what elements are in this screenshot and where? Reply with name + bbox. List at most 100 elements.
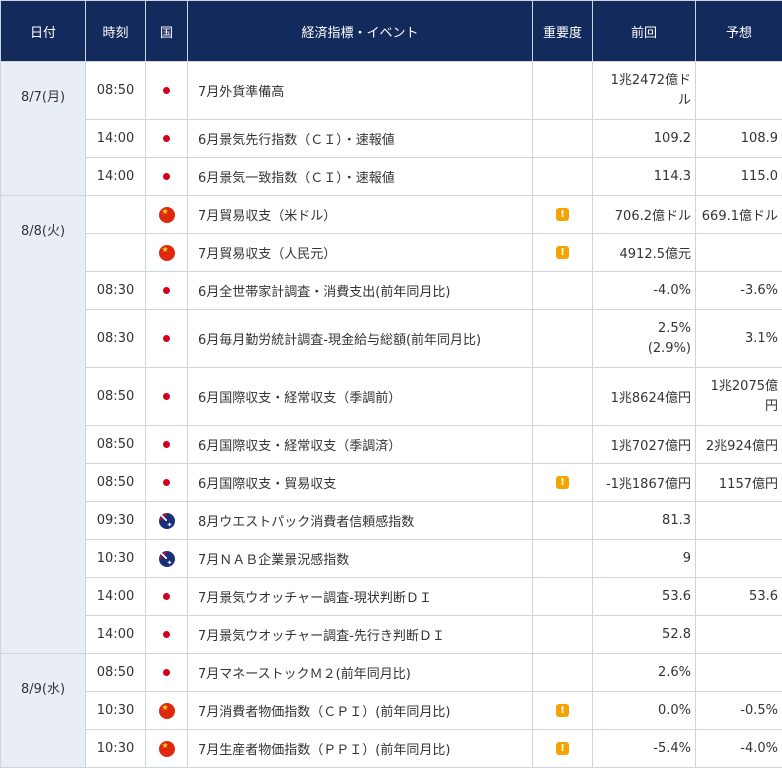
- country-cell: [145, 691, 188, 730]
- previous-cell: 81.3: [592, 501, 696, 540]
- time-cell: 08:50: [85, 61, 146, 120]
- time-cell: 08:50: [85, 367, 146, 426]
- time-cell: 09:30: [85, 501, 146, 540]
- importance-cell: !: [532, 463, 593, 502]
- importance-cell: [532, 501, 593, 540]
- table-row: 8/8(火) 7月貿易収支（米ドル） ! 706.2億ドル 669.1億ドル: [0, 195, 782, 654]
- table-row: 14:00 7月景気ウオッチャー調査-先行き判断ＤＩ 52.8: [1, 615, 782, 654]
- exclamation-icon: !: [556, 704, 569, 717]
- previous-cell: 9: [592, 539, 696, 578]
- column-header-indicator: 経済指標・イベント: [187, 0, 533, 62]
- importance-cell: [532, 615, 593, 654]
- table-row: 8/9(水) 08:50 7月マネーストックＭ２(前年同月比) 2.6%: [0, 653, 782, 768]
- japan-flag-icon: [163, 173, 170, 180]
- time-cell: 10:30: [85, 729, 146, 768]
- country-cell: [145, 463, 188, 502]
- table-row: 8/7(月) 08:50 7月外貨準備高 1兆2472億ドル: [0, 61, 782, 196]
- date-cell: 8/7(月): [0, 61, 86, 196]
- forecast-cell: [695, 233, 782, 272]
- previous-cell: 53.6: [592, 577, 696, 616]
- forecast-cell: 669.1億ドル: [695, 195, 782, 234]
- country-cell: [145, 425, 188, 464]
- indicator-cell: 6月景気先行指数（ＣＩ）・速報値: [187, 119, 533, 158]
- indicator-cell: 6月毎月勤労統計調査-現金給与総額(前年同月比): [187, 309, 533, 368]
- table-row: 09:30 8月ウエストパック消費者信頼感指数 81.3: [1, 501, 782, 540]
- indicator-cell: 7月ＮＡＢ企業景況感指数: [187, 539, 533, 578]
- time-cell: 14:00: [85, 615, 146, 654]
- indicator-cell: 7月景気ウオッチャー調査-現状判断ＤＩ: [187, 577, 533, 616]
- japan-flag-icon: [163, 393, 170, 400]
- column-header-date: 日付: [0, 0, 86, 62]
- indicator-cell: 7月景気ウオッチャー調査-先行き判断ＤＩ: [187, 615, 533, 654]
- forecast-cell: 3.1%: [695, 309, 782, 368]
- indicator-cell: 7月外貨準備高: [187, 61, 533, 120]
- country-cell: [145, 119, 188, 158]
- importance-cell: [532, 425, 593, 464]
- china-flag-icon: [158, 244, 175, 261]
- previous-value-line: (2.9%): [647, 340, 691, 356]
- forecast-cell: -0.5%: [695, 691, 782, 730]
- column-header-forecast: 予想: [695, 0, 782, 62]
- country-cell: [145, 367, 188, 426]
- previous-cell: 1兆7027億円: [592, 425, 696, 464]
- exclamation-icon: !: [556, 476, 569, 489]
- forecast-cell: 2兆924億円: [695, 425, 782, 464]
- indicator-cell: 6月国際収支・経常収支（季調済）: [187, 425, 533, 464]
- previous-value-line: 2.5%: [657, 320, 691, 336]
- column-header-previous: 前回: [592, 0, 696, 62]
- importance-cell: [532, 271, 593, 310]
- previous-cell: 2.6%: [592, 653, 696, 692]
- forecast-cell: 53.6: [695, 577, 782, 616]
- importance-cell: [532, 61, 593, 120]
- forecast-value-line: 円: [764, 398, 778, 414]
- forecast-cell: -3.6%: [695, 271, 782, 310]
- exclamation-icon: !: [556, 208, 569, 221]
- indicator-cell: 8月ウエストパック消費者信頼感指数: [187, 501, 533, 540]
- table-header-row: 日付 時刻 国 経済指標・イベント 重要度 前回 予想: [0, 0, 782, 62]
- indicator-cell: 6月全世帯家計調査・消費支出(前年同月比): [187, 271, 533, 310]
- indicator-cell: 7月貿易収支（米ドル）: [187, 195, 533, 234]
- australia-flag-icon: [158, 512, 175, 529]
- previous-cell: 4912.5億元: [592, 233, 696, 272]
- economic-calendar-table: 日付 時刻 国 経済指標・イベント 重要度 前回 予想 8/7(月) 08:50…: [0, 0, 782, 768]
- country-cell: [145, 195, 188, 234]
- previous-cell: 114.3: [592, 157, 696, 196]
- forecast-cell: 1兆2075億円: [695, 367, 782, 426]
- importance-cell: [532, 539, 593, 578]
- japan-flag-icon: [163, 479, 170, 486]
- importance-cell: [532, 367, 593, 426]
- japan-flag-icon: [163, 87, 170, 94]
- time-cell: 08:50: [85, 463, 146, 502]
- country-cell: [145, 729, 188, 768]
- time-cell: 14:00: [85, 577, 146, 616]
- table-row: 14:00 6月景気一致指数（ＣＩ）・速報値 114.3 115.0: [1, 157, 782, 196]
- china-flag-icon: [158, 206, 175, 223]
- indicator-cell: 7月マネーストックＭ２(前年同月比): [187, 653, 533, 692]
- japan-flag-icon: [163, 335, 170, 342]
- time-cell: [85, 195, 146, 234]
- country-cell: [145, 309, 188, 368]
- country-cell: [145, 653, 188, 692]
- forecast-cell: [695, 615, 782, 654]
- previous-cell: 1兆2472億ドル: [592, 61, 696, 120]
- importance-cell: [532, 309, 593, 368]
- previous-cell: -4.0%: [592, 271, 696, 310]
- importance-cell: [532, 157, 593, 196]
- forecast-cell: 1157億円: [695, 463, 782, 502]
- indicator-cell: 6月景気一致指数（ＣＩ）・速報値: [187, 157, 533, 196]
- previous-cell: -1兆1867億円: [592, 463, 696, 502]
- previous-cell: 706.2億ドル: [592, 195, 696, 234]
- importance-cell: [532, 653, 593, 692]
- exclamation-icon: !: [556, 742, 569, 755]
- indicator-cell: 6月国際収支・貿易収支: [187, 463, 533, 502]
- importance-cell: !: [532, 233, 593, 272]
- country-cell: [145, 271, 188, 310]
- japan-flag-icon: [163, 631, 170, 638]
- forecast-cell: 108.9: [695, 119, 782, 158]
- table-row: 7月貿易収支（人民元） ! 4912.5億元: [1, 233, 782, 272]
- column-header-country: 国: [145, 0, 188, 62]
- australia-flag-icon: [158, 550, 175, 567]
- forecast-cell: [695, 501, 782, 540]
- table-row: 10:30 7月消費者物価指数（ＣＰＩ）(前年同月比) ! 0.0% -0.5%: [1, 691, 782, 730]
- previous-cell: -5.4%: [592, 729, 696, 768]
